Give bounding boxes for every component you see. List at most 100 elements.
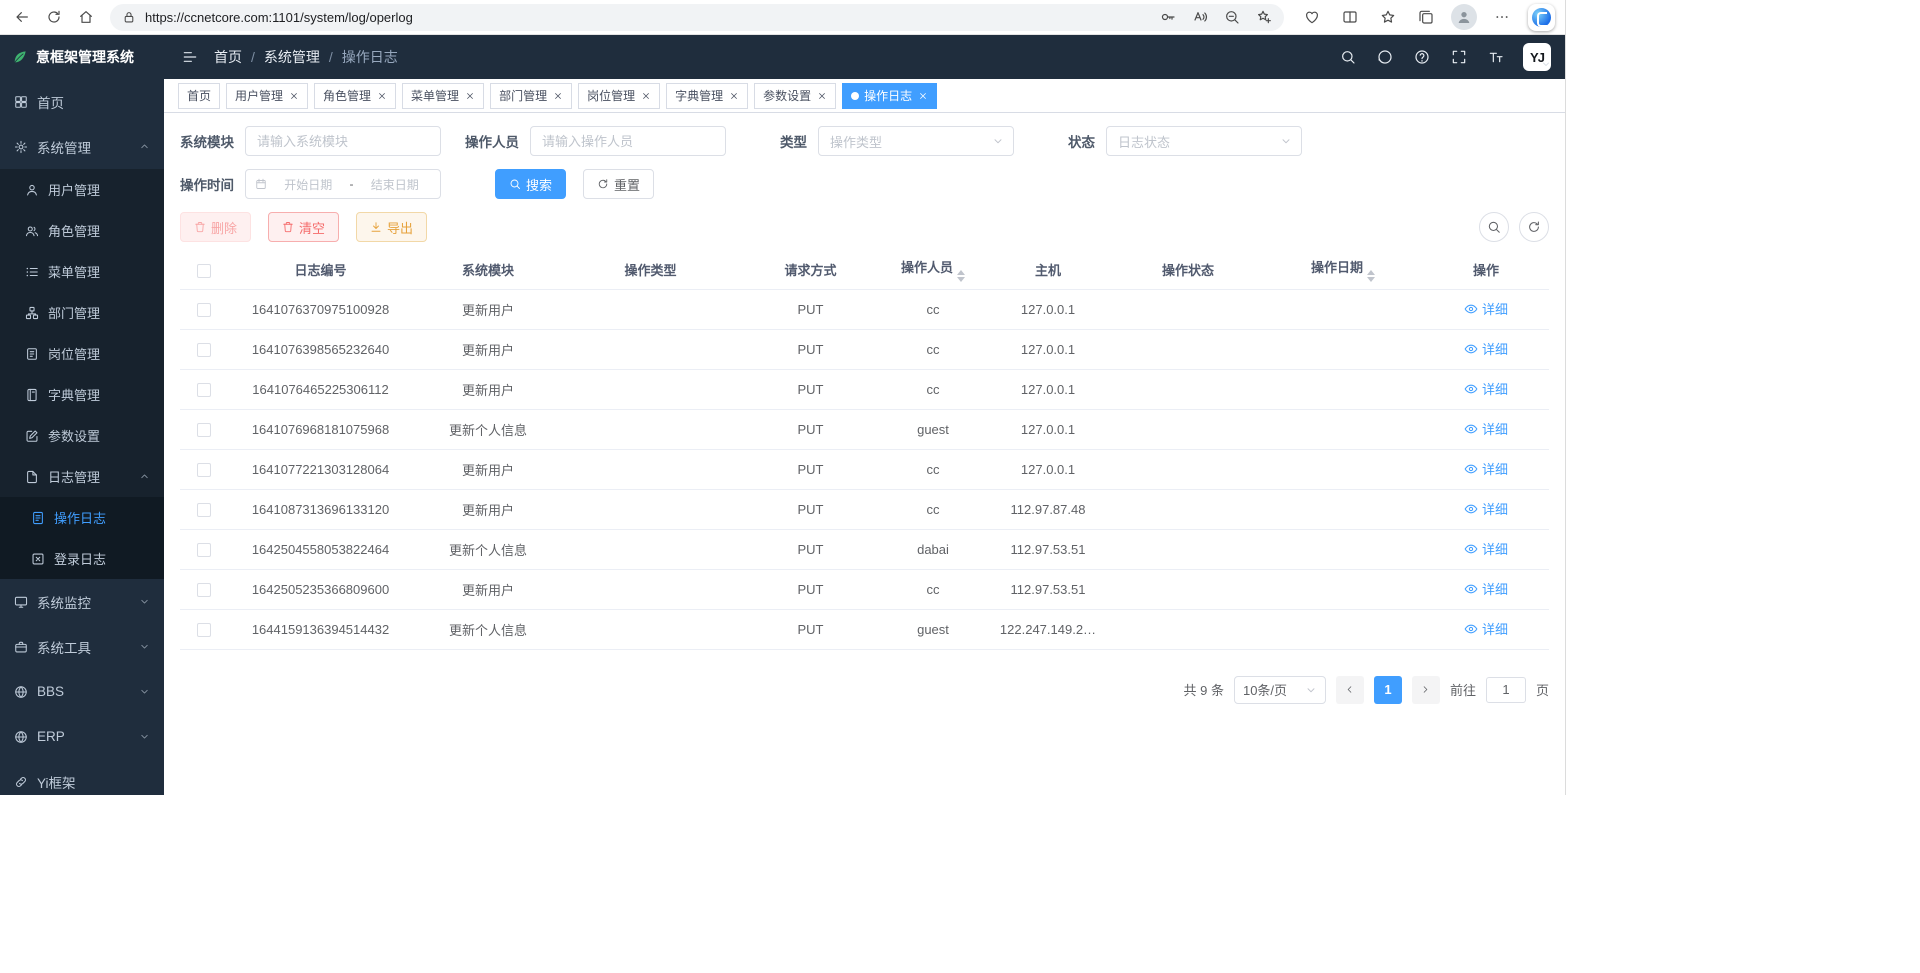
detail-link[interactable]: 详细 — [1464, 339, 1508, 358]
sidebar-item-loginlog[interactable]: 登录日志 — [0, 538, 164, 579]
export-button[interactable]: 导出 — [356, 212, 427, 242]
password-key-icon[interactable] — [1160, 9, 1176, 25]
detail-link[interactable]: 详细 — [1464, 499, 1508, 518]
address-bar[interactable]: https://ccnetcore.com:1101/system/log/op… — [110, 4, 1284, 31]
tab-menu[interactable]: 菜单管理 — [402, 83, 484, 109]
tab-post[interactable]: 岗位管理 — [578, 83, 660, 109]
date-range-picker[interactable]: 开始日期 - 结束日期 — [245, 169, 441, 199]
app-logo[interactable]: 意框架管理系统 — [0, 35, 164, 79]
close-tab-icon[interactable] — [288, 90, 299, 101]
read-aloud-icon[interactable] — [1192, 9, 1208, 25]
sort-icons[interactable] — [1367, 270, 1375, 282]
refresh-table-button[interactable] — [1519, 212, 1549, 242]
sidebar-item-yi[interactable]: Yi框架 — [0, 759, 164, 795]
select-all-checkbox[interactable] — [197, 264, 211, 278]
operator-input[interactable] — [530, 126, 726, 156]
close-tab-icon[interactable] — [640, 90, 651, 101]
split-screen-button[interactable] — [1334, 2, 1366, 32]
tab-user[interactable]: 用户管理 — [226, 83, 308, 109]
url-text[interactable]: https://ccnetcore.com:1101/system/log/op… — [145, 10, 1151, 25]
close-tab-icon[interactable] — [917, 90, 928, 101]
fullscreen-button[interactable] — [1449, 47, 1469, 67]
sidebar-item-tools[interactable]: 系统工具 — [0, 624, 164, 669]
collections-button[interactable] — [1410, 2, 1442, 32]
row-checkbox[interactable] — [197, 543, 211, 557]
sidebar-item-dict[interactable]: 字典管理 — [0, 374, 164, 415]
add-favorite-icon[interactable] — [1256, 9, 1272, 25]
tab-dict[interactable]: 字典管理 — [666, 83, 748, 109]
help-button[interactable] — [1412, 47, 1432, 67]
clear-button[interactable]: 清空 — [268, 212, 339, 242]
type-select[interactable]: 操作类型 — [818, 126, 1014, 156]
goto-page-input[interactable] — [1486, 677, 1526, 703]
column-date[interactable]: 操作日期 — [1263, 251, 1423, 289]
row-checkbox[interactable] — [197, 623, 211, 637]
detail-link[interactable]: 详细 — [1464, 419, 1508, 438]
tab-role[interactable]: 角色管理 — [314, 83, 396, 109]
tab-home[interactable]: 首页 — [178, 83, 220, 109]
detail-link[interactable]: 详细 — [1464, 579, 1508, 598]
home-button[interactable] — [70, 2, 102, 32]
page-1-button[interactable]: 1 — [1374, 676, 1402, 704]
header-search-button[interactable] — [1338, 47, 1358, 67]
page-size-select[interactable]: 10条/页 — [1234, 676, 1326, 704]
sidebar-item-param[interactable]: 参数设置 — [0, 415, 164, 456]
back-button[interactable] — [6, 2, 38, 32]
toggle-search-button[interactable] — [1479, 212, 1509, 242]
profile-button[interactable] — [1448, 2, 1480, 32]
row-checkbox[interactable] — [197, 423, 211, 437]
search-button[interactable]: 搜索 — [495, 169, 566, 199]
row-checkbox[interactable] — [197, 303, 211, 317]
sidebar-item-system[interactable]: 系统管理 — [0, 124, 164, 169]
sort-icons[interactable] — [957, 270, 965, 282]
row-checkbox[interactable] — [197, 463, 211, 477]
close-tab-icon[interactable] — [728, 90, 739, 101]
module-input[interactable] — [245, 126, 441, 156]
home-icon — [78, 9, 94, 25]
detail-link[interactable]: 详细 — [1464, 459, 1508, 478]
detail-link[interactable]: 详细 — [1464, 619, 1508, 638]
column-operator[interactable]: 操作人员 — [883, 251, 983, 289]
reset-button[interactable]: 重置 — [583, 169, 654, 199]
tab-param[interactable]: 参数设置 — [754, 83, 836, 109]
delete-button[interactable]: 删除 — [180, 212, 251, 242]
close-tab-icon[interactable] — [816, 90, 827, 101]
prev-page-button[interactable] — [1336, 676, 1364, 704]
copilot-button[interactable] — [1528, 4, 1555, 31]
sidebar-item-log[interactable]: 日志管理 — [0, 456, 164, 497]
breadcrumb-system[interactable]: 系统管理 — [264, 47, 320, 67]
sidebar-item-operlog[interactable]: 操作日志 — [0, 497, 164, 538]
sidebar-item-bbs[interactable]: BBS — [0, 669, 164, 714]
row-checkbox[interactable] — [197, 343, 211, 357]
row-checkbox[interactable] — [197, 583, 211, 597]
sidebar-item-post[interactable]: 岗位管理 — [0, 333, 164, 374]
detail-link[interactable]: 详细 — [1464, 539, 1508, 558]
reload-button[interactable] — [38, 2, 70, 32]
sidebar-item-dept[interactable]: 部门管理 — [0, 292, 164, 333]
close-tab-icon[interactable] — [464, 90, 475, 101]
detail-link[interactable]: 详细 — [1464, 379, 1508, 398]
detail-link[interactable]: 详细 — [1464, 299, 1508, 318]
tab-dept[interactable]: 部门管理 — [490, 83, 572, 109]
tab-operlog[interactable]: 操作日志 — [842, 83, 937, 109]
zoom-out-icon[interactable] — [1224, 9, 1240, 25]
sidebar-item-home[interactable]: 首页 — [0, 79, 164, 124]
close-tab-icon[interactable] — [552, 90, 563, 101]
status-select[interactable]: 日志状态 — [1106, 126, 1302, 156]
next-page-button[interactable] — [1412, 676, 1440, 704]
close-tab-icon[interactable] — [376, 90, 387, 101]
sidebar-item-monitor[interactable]: 系统监控 — [0, 579, 164, 624]
sidebar-item-user[interactable]: 用户管理 — [0, 169, 164, 210]
sidebar-item-erp[interactable]: ERP — [0, 714, 164, 759]
font-size-button[interactable] — [1486, 47, 1506, 67]
github-button[interactable] — [1375, 47, 1395, 67]
breadcrumb-home[interactable]: 首页 — [214, 47, 242, 67]
favorites-button[interactable] — [1372, 2, 1404, 32]
row-checkbox[interactable] — [197, 503, 211, 517]
row-checkbox[interactable] — [197, 383, 211, 397]
more-menu-button[interactable] — [1486, 2, 1518, 32]
sidebar-item-menu[interactable]: 菜单管理 — [0, 251, 164, 292]
sidebar-item-role[interactable]: 角色管理 — [0, 210, 164, 251]
browser-essentials-button[interactable] — [1296, 2, 1328, 32]
sidebar-toggle-button[interactable] — [178, 45, 202, 69]
